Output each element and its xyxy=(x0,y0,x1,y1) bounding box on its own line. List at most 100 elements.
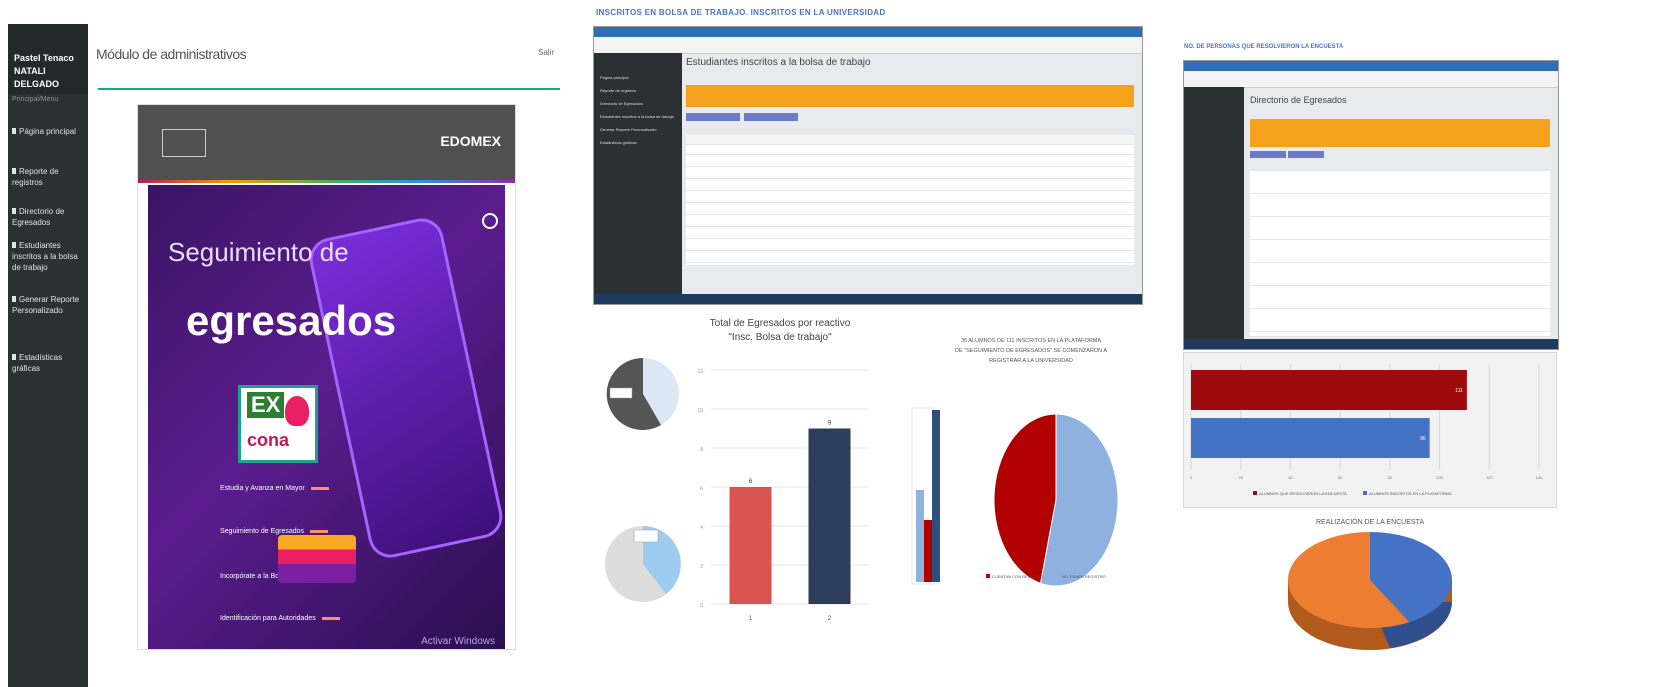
legend-label: CUENTAN CON REGISTRO xyxy=(992,574,1043,579)
registro-pie-chart: 35 ALUMNOS DE 111 INSCRITOS EN LA PLATAF… xyxy=(911,338,1119,587)
panel3-title: NO. DE PERSONAS QUE RESOLVIERON LA ENCUE… xyxy=(1184,44,1344,50)
legend-swatch xyxy=(1363,491,1367,495)
arrow-icon xyxy=(310,529,329,533)
window-titlebar xyxy=(1184,61,1558,71)
table-row xyxy=(686,145,1134,155)
realizacion-pie-chart: REALIZACIÓN DE LA ENCUESTA xyxy=(1288,517,1452,650)
export-button[interactable] xyxy=(1288,151,1324,158)
directory-table xyxy=(1250,171,1550,336)
edomex-logo: EDOMEX xyxy=(440,133,501,149)
sidebar-item-label: Estudiantes inscritos a la bolsa de trab… xyxy=(12,241,78,272)
y-tick-label: 8 xyxy=(700,447,703,453)
chart-title: 35 ALUMNOS DE 111 INSCRITOS EN LA PLATAF… xyxy=(955,338,1107,364)
table-row xyxy=(686,229,1134,239)
activate-windows-text: Activar Windows xyxy=(421,636,495,647)
data-label: 9 xyxy=(828,421,832,427)
data-label: 6 xyxy=(749,479,753,485)
table-row xyxy=(1250,194,1550,217)
hero-banner: Seguimiento de egresados EX cona Estudia… xyxy=(148,185,507,649)
data-label: 96 xyxy=(1420,436,1426,442)
table-row xyxy=(686,241,1134,251)
chart-bars: 6 1 9 2 xyxy=(729,421,851,622)
bar xyxy=(808,428,851,604)
sidebar-item-home[interactable]: Página principal xyxy=(12,126,84,137)
sidebar-item-stats[interactable]: Estadísticas gráficas xyxy=(12,352,84,374)
sidebar-item-label: Reporte de registros xyxy=(12,167,59,187)
job-board-screenshot: Página principal Reporte de registros Dire… xyxy=(593,26,1143,305)
table-row xyxy=(686,253,1134,263)
table-row xyxy=(686,169,1134,179)
mini-pie-chart xyxy=(605,526,681,602)
hero-header: EDOMEX xyxy=(138,105,515,180)
admin-module-screenshot: Pastel Tenaco NATALI DELGADO Principal/M… xyxy=(8,24,560,687)
menu-link[interactable]: Seguimiento de Egresados xyxy=(220,528,329,535)
chart-title-line: DE "SEGUIMIENTO DE EGRESADOS" SE COMENZA… xyxy=(955,348,1107,354)
hero-card: EDOMEX Seguimiento de egresados EX cona … xyxy=(137,104,516,650)
color-stripe xyxy=(138,180,515,183)
table-row xyxy=(686,217,1134,227)
x-tick-label: 120 xyxy=(1486,475,1493,480)
menu-link[interactable]: Estudia y Avanza en Mayor xyxy=(220,485,329,492)
y-tick-label: 0 xyxy=(700,603,703,609)
chart-title-line: 35 ALUMNOS DE 111 INSCRITOS EN LA PLATAF… xyxy=(961,338,1101,344)
taskbar xyxy=(594,294,1142,304)
menu-link[interactable]: Identificación para Autoridades xyxy=(220,615,340,622)
x-tick-label: 60 xyxy=(1338,475,1343,480)
export-button[interactable] xyxy=(686,113,740,121)
x-tick-label: 40 xyxy=(1288,475,1293,480)
chart-title-line: REGISTRAR A LA UNIVERSIDAD xyxy=(989,358,1073,364)
export-button[interactable] xyxy=(1250,151,1286,158)
sidebar-item-directory[interactable]: Directorio de Egresados xyxy=(12,206,84,228)
mini-sidebar-list: Página principal Reporte de registros Dire… xyxy=(600,75,674,145)
excona-bottom: cona xyxy=(247,430,290,450)
arrow-icon xyxy=(321,616,340,620)
sidebar-item-reports[interactable]: Reporte de registros xyxy=(12,166,84,188)
sidebar-item-label: Directorio de Egresados xyxy=(12,207,65,227)
bar xyxy=(1191,418,1430,458)
page-title: Módulo de administrativos xyxy=(96,46,247,62)
legend-swatch xyxy=(1253,491,1257,495)
top-bar: Módulo de administrativos Salir xyxy=(90,24,560,88)
chart-title: REALIZACIÓN DE LA ENCUESTA xyxy=(1316,517,1424,526)
orange-banner xyxy=(686,85,1134,107)
mini-sidebar xyxy=(1184,87,1244,339)
divider xyxy=(98,88,560,90)
table-row xyxy=(1250,171,1550,194)
government-logo xyxy=(162,129,206,157)
sidebar-tag: Principal/Menu xyxy=(12,96,59,103)
legend-label: NO TIENEN REGISTRO xyxy=(1062,574,1106,579)
x-tick-label: 20 xyxy=(1238,475,1243,480)
logout-button[interactable]: Salir xyxy=(538,48,554,57)
sidebar-item-custom-report[interactable]: Generar Reporte Personalizado xyxy=(12,294,84,316)
table-row xyxy=(686,181,1134,191)
address-bar xyxy=(594,37,1142,54)
chart-icon xyxy=(12,354,16,360)
address-bar xyxy=(1184,71,1558,88)
table-row xyxy=(1250,217,1550,240)
table-row xyxy=(1250,263,1550,286)
home-icon xyxy=(12,128,16,134)
sidebar-item-label: Estadísticas gráficas xyxy=(12,353,63,373)
search-icon[interactable] xyxy=(482,213,498,229)
export-button[interactable] xyxy=(744,113,798,121)
x-tick-label: 100 xyxy=(1436,475,1443,480)
sidebar-item-job-board[interactable]: Estudiantes inscritos a la bolsa de trab… xyxy=(12,240,84,273)
x-tick-label: 1 xyxy=(749,616,753,622)
arrow-icon xyxy=(310,486,329,490)
table-header xyxy=(686,135,1134,145)
books-illustration xyxy=(278,535,356,583)
brand-line2: NATALI DELGADO xyxy=(14,66,59,89)
legend-swatch xyxy=(1056,574,1060,578)
table-row xyxy=(1250,309,1550,332)
chart-title: Total de Egresados por reactivo xyxy=(710,318,851,329)
file-icon xyxy=(12,296,16,302)
chart-slices xyxy=(1288,532,1452,650)
user-icon xyxy=(12,242,16,248)
y-tick-label: 10 xyxy=(697,408,703,414)
y-tick-label: 12 xyxy=(697,369,703,375)
y-tick-label: 6 xyxy=(700,486,703,492)
screenshot-heading: Directorio de Egresados xyxy=(1250,95,1347,105)
data-label: 111 xyxy=(1455,388,1463,394)
legend-label: ALUMNOS QUE RESOLVIERON LA ENCUESTA xyxy=(1259,491,1347,496)
hero-line2: egresados xyxy=(186,297,397,344)
